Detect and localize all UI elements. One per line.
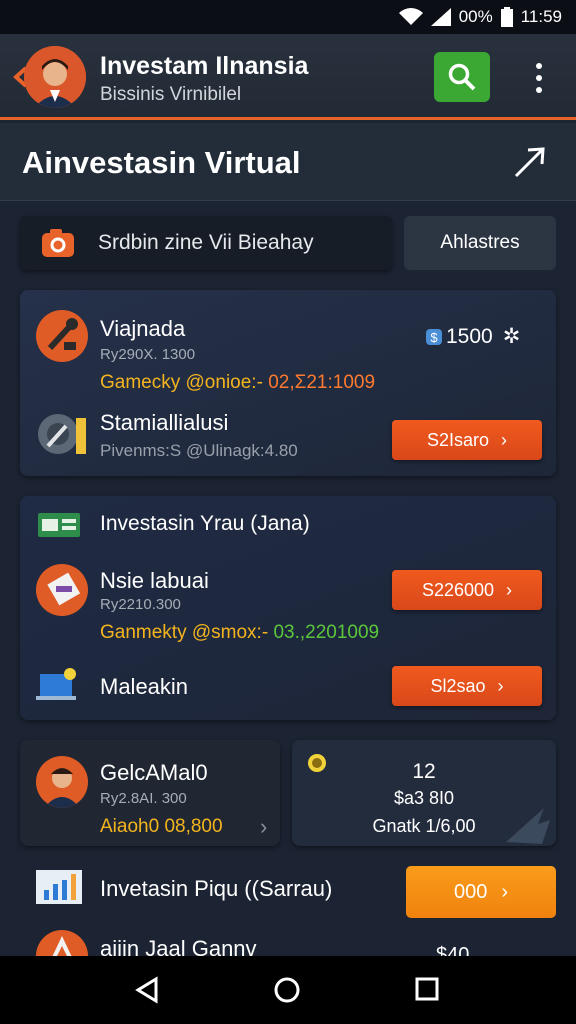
expand-icon[interactable] [512, 144, 548, 180]
trend-arrow-icon [500, 800, 552, 846]
item-detail: Gamecky @onioe:- 02,Σ21:1009 [100, 372, 376, 393]
camera-icon [42, 229, 74, 257]
item-detail: Aiaoh0 08,800 [100, 816, 223, 837]
tools-icon [36, 310, 88, 362]
status-bar: 00% 11:59 [0, 0, 576, 34]
item-name: Stamiallialusi [100, 410, 229, 435]
item-detail: Pivenms:S @Ulinagk:4.80 [100, 441, 298, 460]
app-header: Investam Ilnansia Bissinis Virnibilel [0, 34, 576, 120]
item-name: GelcAMal0 [100, 760, 208, 785]
item-name: Maleakin [100, 674, 189, 699]
invest-button[interactable]: S226000 › [392, 570, 542, 610]
recents-nav-icon[interactable] [414, 976, 440, 1002]
bottom-navigation [0, 956, 576, 1024]
invest-button[interactable]: S2Isaro › [392, 420, 542, 460]
dollar-icon: $ [426, 328, 442, 345]
avatar[interactable] [24, 46, 86, 108]
battery-percent: 00% [458, 7, 493, 26]
person-icon [36, 756, 88, 808]
chart-icon [36, 868, 86, 906]
item-name: Viajnada [100, 316, 186, 341]
home-nav-icon[interactable] [273, 976, 301, 1004]
invest-button[interactable]: Sl2sao › [392, 666, 542, 706]
action-button[interactable]: 000 › [406, 866, 556, 918]
search-button[interactable] [434, 52, 490, 102]
chevron-right-icon: › [506, 579, 513, 600]
header-subtitle: Bissinis Virnibilel [100, 84, 242, 105]
svg-text:$: $ [430, 330, 438, 345]
item-code: Ry2.8AI. 300 [100, 790, 187, 807]
search-icon [448, 63, 476, 91]
chevron-right-icon: › [501, 880, 509, 903]
row-label: Invetasin Piqu ((Sarrau) [100, 876, 333, 901]
item-detail: Ganmekty @smox:- 03.,2201009 [100, 622, 380, 643]
item-name: Nsie labuai [100, 568, 209, 593]
money-icon [36, 510, 84, 540]
chevron-right-icon: › [260, 814, 268, 839]
filter-button[interactable]: Ahlastres [404, 216, 556, 270]
chevron-right-icon: › [497, 675, 504, 696]
stat-count: 12 [412, 760, 436, 783]
page-title: Ainvestasin Virtual [22, 145, 301, 180]
section-header: Investasin Yrau (Jana) [100, 512, 310, 535]
header-title: Investam Ilnansia [100, 52, 309, 80]
clock: 11:59 [520, 7, 562, 26]
back-nav-icon[interactable] [134, 976, 162, 1004]
search-input[interactable]: Srdbin zine Vii Bieahay [20, 216, 392, 270]
item-code: Ry290X. 1300 [100, 346, 196, 363]
hammer-icon [36, 564, 88, 616]
close-icon[interactable]: ✲ [503, 324, 521, 349]
laptop-icon [36, 664, 86, 704]
wrench-icon [36, 410, 90, 458]
chevron-right-icon: › [501, 429, 508, 450]
battery-icon [500, 7, 513, 27]
price-tag: $ 1500 ✲ [424, 324, 520, 349]
search-text: Srdbin zine Vii Bieahay [98, 231, 314, 254]
item-code: Ry2210.300 [100, 596, 181, 613]
more-menu-button[interactable] [528, 60, 550, 96]
signal-icon [430, 8, 451, 26]
page-title-bar: Ainvestasin Virtual [0, 123, 576, 201]
wifi-icon [398, 8, 423, 26]
